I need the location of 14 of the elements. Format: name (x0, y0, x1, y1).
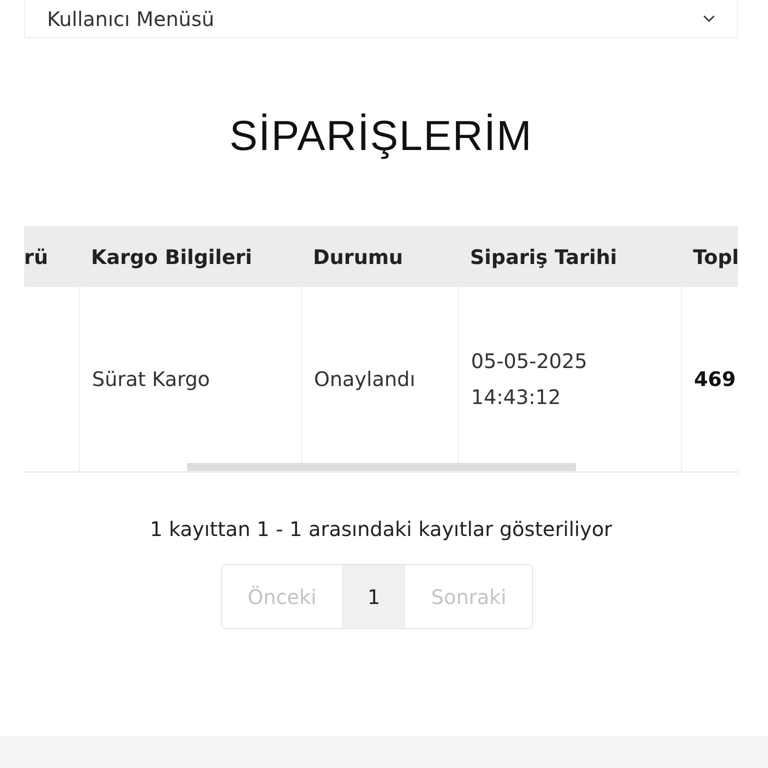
records-info: 1 kayıttan 1 - 1 arasındaki kayıtlar gösteriliyor (148, 516, 614, 542)
column-header[interactable]: Durumu (301, 226, 458, 287)
page-number-button[interactable]: 1 (342, 565, 406, 628)
column-header[interactable]: Topl (681, 226, 738, 287)
column-header[interactable]: Sipariş Tarihi (458, 226, 681, 287)
table-cell-text: Sürat Kargo (92, 366, 210, 393)
user-menu-dropdown[interactable]: Kullanıcı Menüsü (24, 0, 738, 38)
table-cell-text: Onaylandı (314, 366, 416, 393)
column-header[interactable]: Kargo Bilgileri (79, 226, 301, 287)
table-cell-text: 05-05-2025 14:43:12 (471, 348, 588, 411)
page-title: SİPARİŞLERİM (228, 111, 534, 161)
table-cell-text: 469 (694, 366, 736, 393)
scrollbar-thumb[interactable] (187, 463, 576, 471)
column-header[interactable]: rü (24, 226, 79, 287)
